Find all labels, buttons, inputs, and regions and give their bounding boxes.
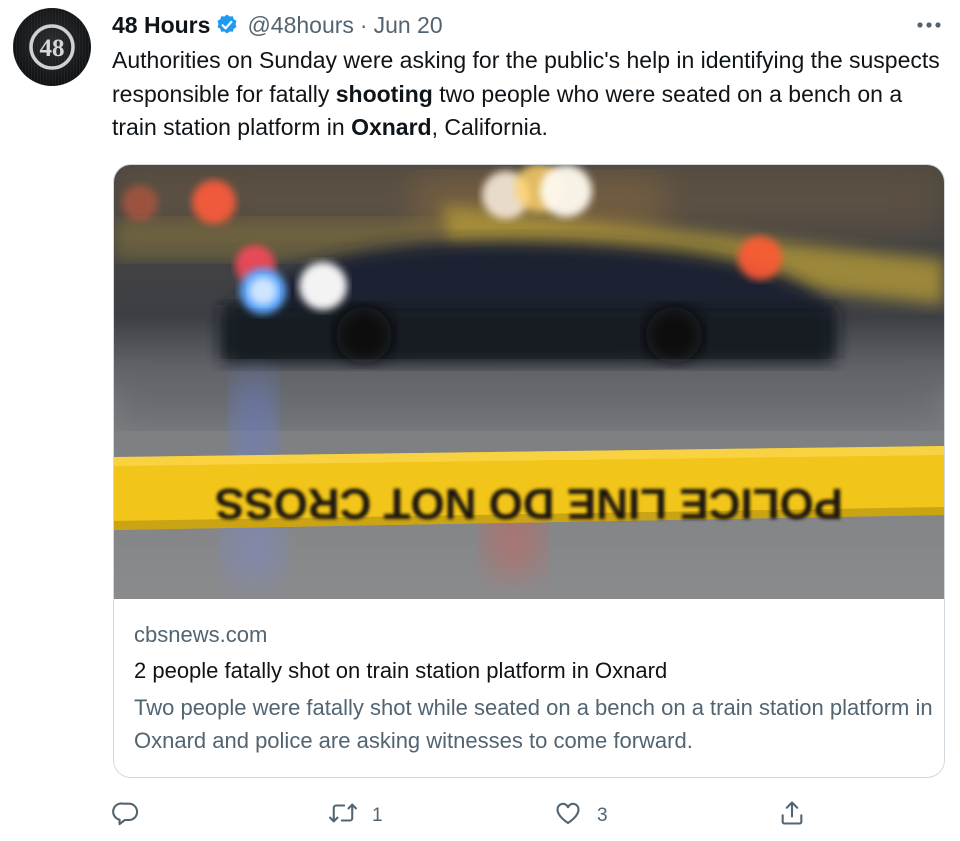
reply-icon <box>112 799 140 833</box>
card-body: cbsnews.com 2 people fatally shot on tra… <box>134 620 934 757</box>
card-description: Two people were fatally shot while seate… <box>134 695 933 753</box>
card-image-tape-text: POLICE LINE DO NOT CROSS <box>215 479 843 528</box>
link-card[interactable]: POLICE LINE DO NOT CROSS cbsnews.com 2 p… <box>113 164 945 778</box>
header-separator: · <box>359 11 368 38</box>
tweet-date[interactable]: Jun 20 <box>374 12 443 39</box>
reply-button[interactable] <box>112 798 154 834</box>
tweet-text-bold-oxnard: Oxnard <box>351 114 432 140</box>
share-icon <box>778 799 806 833</box>
like-button[interactable]: 3 <box>553 798 608 834</box>
like-count: 3 <box>597 805 608 826</box>
like-icon <box>553 799 583 833</box>
tweet-text: Authorities on Sunday were asking for th… <box>112 44 947 145</box>
author-handle[interactable]: @48hours <box>247 12 353 39</box>
avatar-logo: 48 <box>13 8 91 86</box>
verified-badge-icon <box>215 13 239 37</box>
card-title: 2 people fatally shot on train station p… <box>134 658 668 683</box>
author-name[interactable]: 48 Hours <box>112 12 210 39</box>
retweet-icon <box>328 799 358 833</box>
tweet-text-bold-shooting: shooting <box>335 80 433 107</box>
retweet-count: 1 <box>372 805 383 826</box>
avatar-text: 48 <box>40 35 65 62</box>
share-button[interactable] <box>778 798 806 834</box>
card-image: POLICE LINE DO NOT CROSS <box>114 165 944 599</box>
avatar[interactable]: 48 <box>13 8 91 86</box>
more-icon[interactable] <box>914 12 944 38</box>
card-domain: cbsnews.com <box>134 622 268 647</box>
tweet-text-part: , California. <box>431 114 548 140</box>
tweet-actions: 1 3 <box>112 798 852 834</box>
tweet-header: 48 Hours @48hours · Jun 20 <box>112 9 443 41</box>
retweet-button[interactable]: 1 <box>328 798 383 834</box>
